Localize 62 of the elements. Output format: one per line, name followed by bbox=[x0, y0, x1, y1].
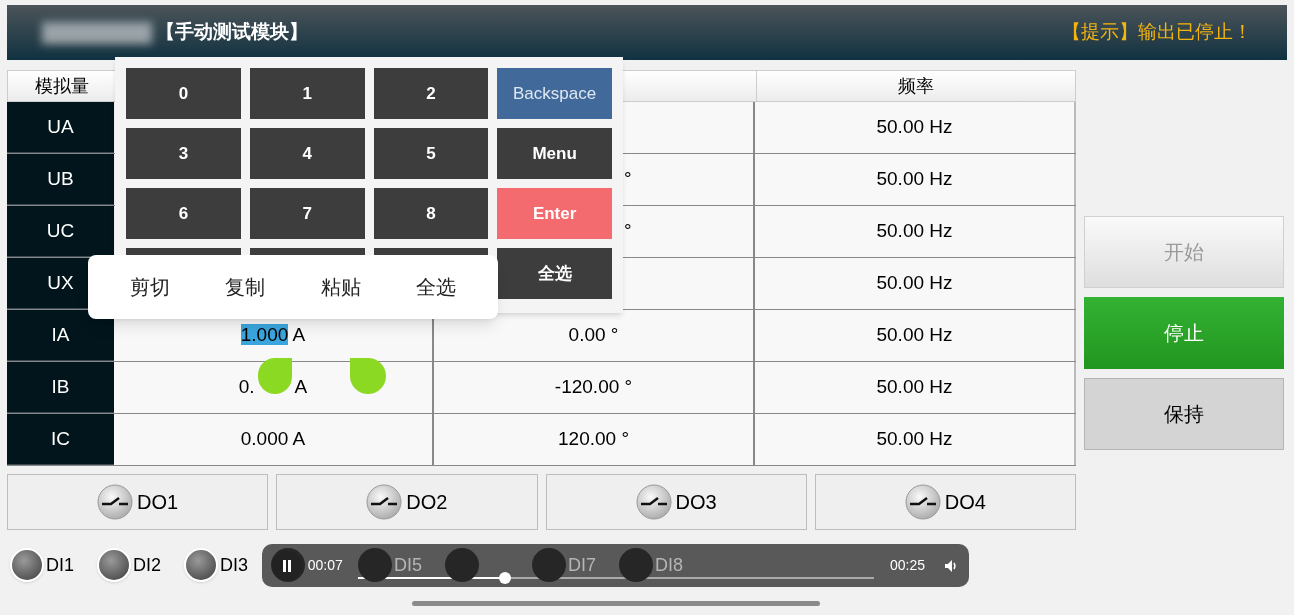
output-button[interactable]: DO2 bbox=[276, 474, 538, 530]
row-label: UB bbox=[7, 154, 114, 205]
row-label: IA bbox=[7, 310, 114, 361]
volume-icon[interactable] bbox=[945, 559, 959, 572]
pause-icon bbox=[281, 559, 292, 572]
keypad-key[interactable]: 全选 bbox=[497, 248, 612, 299]
table-cell: 50.00 Hz bbox=[755, 414, 1076, 465]
keypad-key[interactable]: 0 bbox=[126, 68, 241, 119]
input-label: DI2 bbox=[133, 553, 161, 577]
table-cell: 50.00 Hz bbox=[755, 362, 1076, 413]
keypad-key[interactable]: 2 bbox=[373, 68, 489, 119]
input-label: DI5 bbox=[394, 553, 422, 577]
status-notice: 【提示】输出已停止！ bbox=[1062, 20, 1252, 45]
cell-text: A bbox=[294, 376, 308, 398]
column-header: 模拟量 bbox=[33, 74, 90, 98]
output-button[interactable]: DO1 bbox=[7, 474, 269, 530]
row-label: IB bbox=[7, 362, 114, 413]
menu-item[interactable]: 剪切 bbox=[129, 272, 170, 302]
keypad-key[interactable]: Menu bbox=[497, 128, 612, 179]
selected-text: 1.000 bbox=[240, 324, 289, 346]
row-label: IC bbox=[7, 414, 114, 465]
keypad-key[interactable]: 4 bbox=[249, 128, 365, 179]
menu-item[interactable]: 复制 bbox=[225, 272, 266, 302]
keypad-key[interactable]: 3 bbox=[126, 128, 241, 179]
cell-text: 0.000 A bbox=[240, 428, 306, 450]
switch-icon bbox=[366, 484, 403, 520]
total-time: 00:25 bbox=[890, 556, 926, 575]
input-label: DI8 bbox=[655, 553, 683, 577]
keypad-key[interactable]: 8 bbox=[373, 188, 489, 239]
output-button[interactable]: DO4 bbox=[814, 474, 1076, 530]
input-label: DI3 bbox=[220, 553, 248, 577]
row-label: UC bbox=[7, 206, 114, 257]
keypad-key[interactable]: 6 bbox=[126, 188, 241, 239]
table-cell: 50.00 Hz bbox=[755, 206, 1076, 257]
keypad-key[interactable]: 7 bbox=[249, 188, 365, 239]
keypad-key[interactable]: 5 bbox=[373, 128, 489, 179]
row-label: UA bbox=[7, 102, 114, 153]
input-label: DI1 bbox=[46, 553, 74, 577]
switch-icon bbox=[97, 484, 134, 520]
table-cell: 120.00 ° bbox=[434, 414, 755, 465]
table-cell: 0.00 ° bbox=[434, 310, 755, 361]
table-cell: -120.00 ° bbox=[434, 362, 755, 413]
keypad-key[interactable]: 1 bbox=[249, 68, 365, 119]
window-title: 【手动测试模块】 bbox=[156, 20, 308, 45]
seek-thumb[interactable] bbox=[498, 571, 511, 584]
elapsed-time: 00:07 bbox=[307, 556, 344, 575]
input-label: DI7 bbox=[568, 553, 596, 577]
column-header: 频率 bbox=[756, 71, 1075, 101]
menu-item[interactable]: 粘贴 bbox=[320, 272, 361, 302]
menu-item[interactable]: 全选 bbox=[416, 272, 457, 302]
switch-icon bbox=[904, 484, 941, 520]
switch-icon bbox=[635, 484, 672, 520]
cell-text: 0. bbox=[238, 376, 255, 398]
control-button[interactable]: 保持 bbox=[1084, 378, 1284, 450]
table-cell: 50.00 Hz bbox=[755, 102, 1076, 153]
keypad-key[interactable]: Backspace bbox=[497, 68, 612, 119]
table-cell: 50.00 Hz bbox=[755, 154, 1076, 205]
table-cell: 50.00 Hz bbox=[755, 258, 1076, 309]
output-button[interactable]: DO3 bbox=[545, 474, 807, 530]
cell-text: A bbox=[291, 324, 306, 346]
table-cell: 50.00 Hz bbox=[755, 310, 1076, 361]
seek-bar[interactable] bbox=[357, 570, 875, 585]
